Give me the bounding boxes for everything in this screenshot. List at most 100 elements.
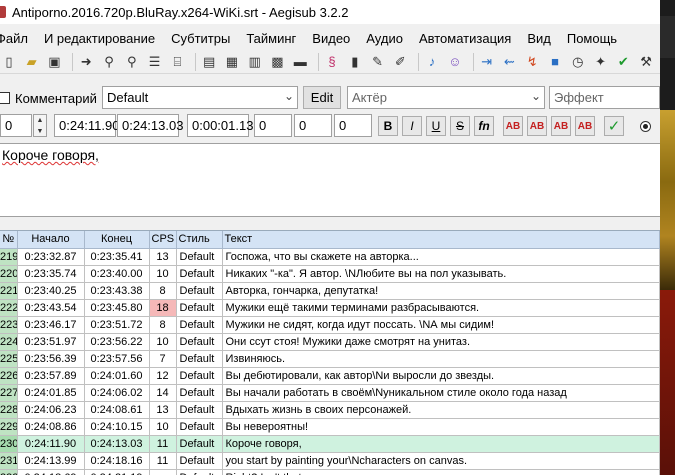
style-select[interactable]: Default ⌄ bbox=[102, 86, 298, 109]
effect-field[interactable]: Эффект bbox=[549, 86, 660, 109]
options-icon[interactable]: ✦ bbox=[592, 53, 610, 71]
styling-assistant-icon[interactable]: ✎ bbox=[369, 53, 387, 71]
snap-icon[interactable]: ↯ bbox=[523, 53, 541, 71]
automation-icon[interactable]: § bbox=[323, 53, 341, 71]
end-time: 0:23:51.72 bbox=[84, 316, 150, 334]
primary-color-button[interactable]: AB bbox=[503, 116, 523, 136]
layer-spinner[interactable]: ▲ ▼ bbox=[33, 114, 47, 137]
cps-value: 10 bbox=[149, 418, 177, 436]
table-row[interactable]: 226 0:23:57.89 0:24:01.60 12 Default Вы дебют… bbox=[0, 367, 660, 385]
outline-color-button[interactable]: AB bbox=[551, 116, 571, 136]
fonts-collector-icon[interactable]: ▤ bbox=[200, 53, 218, 71]
end-time: 0:24:01.60 bbox=[84, 367, 150, 385]
cps-value: 10 bbox=[149, 333, 177, 351]
table-row[interactable]: 230 0:24:11.90 0:24:13.03 11 Default Короче г… bbox=[0, 435, 660, 453]
subtitle-text-cell: Вы дебютировали, как автор\Nи выросли до… bbox=[222, 367, 660, 385]
table-row[interactable]: 222 0:23:43.54 0:23:45.80 18 Default Мужики е… bbox=[0, 299, 660, 317]
video-details-icon[interactable]: ▥ bbox=[246, 53, 264, 71]
styles-manager-icon[interactable]: ▮ bbox=[346, 53, 364, 71]
table-row[interactable]: 223 0:23:46.17 0:23:51.72 8 Default Мужики не… bbox=[0, 316, 660, 334]
menu-view[interactable]: Вид bbox=[527, 31, 551, 46]
cps-value: 8 bbox=[149, 282, 177, 300]
subtitle-text: Короче говоря, bbox=[2, 147, 99, 163]
properties-icon[interactable]: ☰ bbox=[146, 53, 164, 71]
table-row[interactable]: 229 0:24:08.86 0:24:10.15 10 Default Вы невер… bbox=[0, 418, 660, 436]
col-text[interactable]: Текст bbox=[222, 231, 660, 249]
table-row[interactable]: 220 0:23:35.74 0:23:40.00 10 Default Никаких … bbox=[0, 265, 660, 283]
col-style[interactable]: Стиль bbox=[176, 231, 223, 249]
tools-icon[interactable]: ⚒ bbox=[637, 53, 655, 71]
comment-checkbox[interactable] bbox=[0, 92, 10, 104]
margin-right-field[interactable]: 0 bbox=[294, 114, 332, 137]
clock-icon[interactable]: ◷ bbox=[569, 53, 587, 71]
style-name: Default bbox=[176, 350, 223, 368]
film-icon[interactable]: ▩ bbox=[269, 53, 287, 71]
shift-times-icon[interactable]: ⇜ bbox=[501, 53, 519, 71]
zoom-in-icon[interactable]: ⚲ bbox=[100, 53, 118, 71]
col-cps[interactable]: CPS bbox=[149, 231, 177, 249]
table-row[interactable]: 225 0:23:56.39 0:23:57.56 7 Default Извиняюсь… bbox=[0, 350, 660, 368]
menu-audio[interactable]: Аудио bbox=[366, 31, 403, 46]
bold-button[interactable]: B bbox=[378, 116, 398, 136]
style-name: Default bbox=[176, 435, 223, 453]
start-time-field[interactable]: 0:24:11.90 bbox=[54, 114, 119, 137]
menu-timing[interactable]: Тайминг bbox=[246, 31, 296, 46]
end-time: 0:23:40.00 bbox=[84, 265, 150, 283]
new-file-icon[interactable]: ▯ bbox=[0, 53, 18, 71]
table-row[interactable]: 224 0:23:51.97 0:23:56.22 10 Default Они ссут… bbox=[0, 333, 660, 351]
subtitle-text-editor[interactable]: Короче говоря, bbox=[0, 143, 660, 217]
col-start[interactable]: Начало bbox=[17, 231, 85, 249]
clapper-icon[interactable]: ▬ bbox=[291, 53, 309, 71]
actor-field[interactable]: Актёр ⌄ bbox=[347, 86, 545, 109]
end-time-field[interactable]: 0:24:13.03 bbox=[117, 114, 183, 137]
translation-assistant-icon[interactable]: ✐ bbox=[391, 53, 409, 71]
title-bar: Antiporno.2016.720p.BluRay.x264-WiKi.srt… bbox=[0, 0, 660, 24]
col-end[interactable]: Конец bbox=[84, 231, 150, 249]
font-button[interactable]: fn bbox=[474, 116, 494, 136]
cps-value: 8 bbox=[149, 316, 177, 334]
attachments-icon[interactable]: ⌸ bbox=[168, 53, 186, 71]
toolbar-separator bbox=[195, 52, 197, 71]
timing-postprocessor-icon[interactable]: ⇥ bbox=[478, 53, 496, 71]
menu-help[interactable]: Помощь bbox=[567, 31, 617, 46]
menu-edit[interactable]: И редактирование bbox=[44, 31, 155, 46]
underline-button[interactable]: U bbox=[426, 116, 446, 136]
commit-button[interactable]: ✓ bbox=[604, 116, 624, 136]
resample-icon[interactable]: ▦ bbox=[223, 53, 241, 71]
grid-header: № Начало Конец CPS Стиль Текст bbox=[0, 231, 660, 249]
kanji-timer-icon[interactable]: ☺ bbox=[446, 53, 464, 71]
style-name: Default bbox=[176, 265, 223, 283]
shadow-color-button[interactable]: AB bbox=[575, 116, 595, 136]
subtitle-text-cell: Они ссут стоя! Мужики даже смотрят на ун… bbox=[222, 333, 660, 351]
secondary-color-button[interactable]: AB bbox=[527, 116, 547, 136]
table-row[interactable]: 219 0:23:32.87 0:23:35.41 13 Default Госпожа,… bbox=[0, 248, 660, 266]
table-row[interactable]: 2320:24:18.690:24:21.19 DefaultRight? Isn… bbox=[0, 469, 660, 475]
toolbar-separator bbox=[418, 52, 420, 71]
strikeout-button[interactable]: S bbox=[450, 116, 470, 136]
table-row[interactable]: 231 0:24:13.99 0:24:18.16 11 Default you star… bbox=[0, 452, 660, 470]
col-number[interactable]: № bbox=[0, 231, 18, 249]
layer-field[interactable]: 0 bbox=[0, 114, 32, 137]
table-row[interactable]: 228 0:24:06.23 0:24:08.61 13 Default Вдыхать … bbox=[0, 401, 660, 419]
save-icon[interactable]: ▣ bbox=[46, 53, 64, 71]
table-row[interactable]: 221 0:23:40.25 0:23:43.38 8 Default Авторка, … bbox=[0, 282, 660, 300]
open-folder-icon[interactable]: ▰ bbox=[23, 53, 41, 71]
check-icon[interactable]: ✔ bbox=[614, 53, 632, 71]
menu-file[interactable]: Файл bbox=[0, 31, 28, 46]
menu-subtitles[interactable]: Субтитры bbox=[171, 31, 230, 46]
table-row[interactable]: 227 0:24:01.85 0:24:06.02 14 Default Вы начал… bbox=[0, 384, 660, 402]
spell-check-icon[interactable]: ♪ bbox=[423, 53, 441, 71]
zoom-out-icon[interactable]: ⚲ bbox=[123, 53, 141, 71]
edit-style-button[interactable]: Edit bbox=[303, 86, 341, 109]
style-name: Default bbox=[176, 282, 223, 300]
time-mode-radio[interactable] bbox=[640, 121, 651, 132]
italic-button[interactable]: I bbox=[402, 116, 422, 136]
jump-icon[interactable]: ➜ bbox=[77, 53, 95, 71]
video-snap-icon[interactable]: ■ bbox=[546, 53, 564, 71]
menu-automation[interactable]: Автоматизация bbox=[419, 31, 511, 46]
margin-left-field[interactable]: 0 bbox=[254, 114, 292, 137]
line-number: 223 bbox=[0, 316, 18, 334]
margin-vertical-field[interactable]: 0 bbox=[334, 114, 372, 137]
menu-video[interactable]: Видео bbox=[312, 31, 350, 46]
duration-field[interactable]: 0:00:01.13 bbox=[187, 114, 253, 137]
